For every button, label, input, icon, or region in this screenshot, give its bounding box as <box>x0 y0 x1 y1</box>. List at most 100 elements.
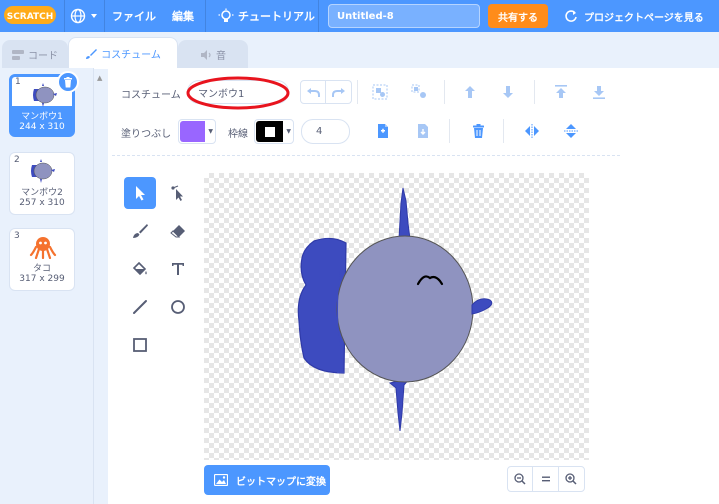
chevron-down-icon <box>91 14 97 18</box>
undo-icon <box>307 88 320 97</box>
zoom-reset-button[interactable] <box>533 467 559 491</box>
circle-icon <box>171 300 185 314</box>
outline-color-picker[interactable]: ▼ <box>254 119 294 144</box>
scroll-up-icon[interactable]: ▲ <box>97 74 102 82</box>
arrow-up-icon <box>465 86 475 98</box>
outline-width-input[interactable]: 4 <box>301 119 350 144</box>
equals-icon <box>541 476 550 482</box>
costume-name: マンボウ2 <box>21 188 63 198</box>
flip-horizontal-button[interactable] <box>519 119 545 143</box>
project-title-input[interactable]: Untitled-8 <box>328 4 480 28</box>
copy-button[interactable] <box>370 119 396 143</box>
undo-button[interactable] <box>300 80 326 104</box>
costume-name: マンボウ1 <box>21 112 63 122</box>
forward-button[interactable] <box>457 80 483 104</box>
ungroup-button[interactable] <box>407 80 433 104</box>
globe-icon <box>70 8 86 24</box>
paste-button[interactable] <box>410 119 436 143</box>
line-icon <box>133 300 147 314</box>
costume-name-label: コスチューム <box>121 90 181 101</box>
redo-button[interactable] <box>326 80 352 104</box>
circle-tool[interactable] <box>162 291 194 323</box>
language-menu[interactable] <box>70 0 99 32</box>
refresh-icon <box>565 10 577 22</box>
fill-color-picker[interactable]: ▼ <box>178 119 216 144</box>
toolbar-divider <box>112 155 620 156</box>
paint-canvas[interactable] <box>204 173 589 460</box>
octopus-thumbnail <box>29 237 57 259</box>
costume-name: タコ <box>32 264 51 274</box>
tutorials-label: チュートリアル <box>238 10 315 23</box>
menu-bar: SCRATCH ファイル 編集 チュートリアル Untitled-8 共有する … <box>0 0 719 32</box>
caret-down-icon: ▼ <box>286 128 291 135</box>
brush-icon <box>86 48 98 59</box>
outline-color-swatch <box>256 121 283 142</box>
reshape-tool[interactable] <box>162 177 194 209</box>
costume-tile[interactable]: 2 マンボウ2 257 x 310 <box>9 152 75 215</box>
tab-costumes-label: コスチューム <box>101 50 161 61</box>
edit-menu[interactable]: 編集 <box>172 0 194 32</box>
delete-button[interactable] <box>465 119 491 143</box>
redo-icon <box>331 88 345 97</box>
text-tool[interactable] <box>162 253 194 285</box>
caret-down-icon: ▼ <box>208 128 213 135</box>
paint-bucket-icon <box>132 261 147 276</box>
costume-size: 317 x 299 <box>19 274 65 284</box>
red-annotation-ellipse <box>186 76 290 110</box>
back-button[interactable] <box>586 80 612 104</box>
convert-to-bitmap-button[interactable]: ビットマップに変換 <box>204 465 330 495</box>
arrow-down-icon <box>503 86 513 98</box>
see-project-page-button[interactable]: プロジェクトページを見る <box>556 4 718 28</box>
tutorials-button[interactable]: チュートリアル <box>218 0 315 32</box>
backward-button[interactable] <box>495 80 521 104</box>
delete-costume-button[interactable] <box>57 71 79 93</box>
tab-sounds[interactable]: 音 <box>178 40 248 68</box>
zoom-out-button[interactable] <box>508 467 534 491</box>
tab-code-label: コード <box>28 51 58 62</box>
fill-color-swatch <box>180 121 205 142</box>
fill-tool[interactable] <box>124 253 156 285</box>
costume-size: 244 x 310 <box>19 122 65 132</box>
tab-costumes[interactable]: コスチューム <box>68 37 178 69</box>
eraser-icon <box>170 225 185 238</box>
zoom-in-button[interactable] <box>559 467 584 491</box>
paste-icon <box>418 124 428 138</box>
line-tool[interactable] <box>124 291 156 323</box>
sunfish-thumbnail <box>33 83 57 107</box>
group-button[interactable] <box>367 80 393 104</box>
sunfish-drawing <box>297 187 493 432</box>
cursor-icon <box>136 186 145 201</box>
select-tool[interactable] <box>124 177 156 209</box>
editor-tabs: コード コスチューム 音 <box>0 32 719 69</box>
tab-code[interactable]: コード <box>2 40 68 68</box>
rectangle-icon <box>133 338 147 352</box>
zoom-out-icon <box>514 473 526 485</box>
speaker-icon <box>201 49 211 60</box>
brush-tool[interactable] <box>124 215 156 247</box>
eraser-tool[interactable] <box>162 215 194 247</box>
scratch-logo[interactable]: SCRATCH <box>4 5 56 25</box>
file-menu[interactable]: ファイル <box>112 0 156 32</box>
ungroup-icon <box>411 84 426 98</box>
outline-label: 枠線 <box>228 129 248 140</box>
code-icon <box>12 49 24 60</box>
arrow-top-icon <box>555 85 567 98</box>
costume-tile[interactable]: 3 タコ 317 x 299 <box>9 228 75 291</box>
tab-sounds-label: 音 <box>216 51 226 62</box>
lightbulb-icon <box>218 8 234 22</box>
see-project-page-label: プロジェクトページを見る <box>584 12 704 24</box>
text-icon <box>172 263 184 275</box>
reshape-icon <box>171 185 183 201</box>
share-button[interactable]: 共有する <box>488 4 548 28</box>
rectangle-tool[interactable] <box>124 329 156 361</box>
front-button[interactable] <box>548 80 574 104</box>
image-icon <box>214 474 228 486</box>
flip-vertical-icon <box>564 124 578 138</box>
trash-icon <box>472 124 484 138</box>
brush-icon <box>133 224 148 238</box>
zoom-controls <box>507 466 585 492</box>
fill-label: 塗りつぶし <box>121 129 172 140</box>
flip-vertical-button[interactable] <box>558 119 584 143</box>
copy-icon <box>378 124 388 138</box>
arrow-bottom-icon <box>593 86 605 99</box>
